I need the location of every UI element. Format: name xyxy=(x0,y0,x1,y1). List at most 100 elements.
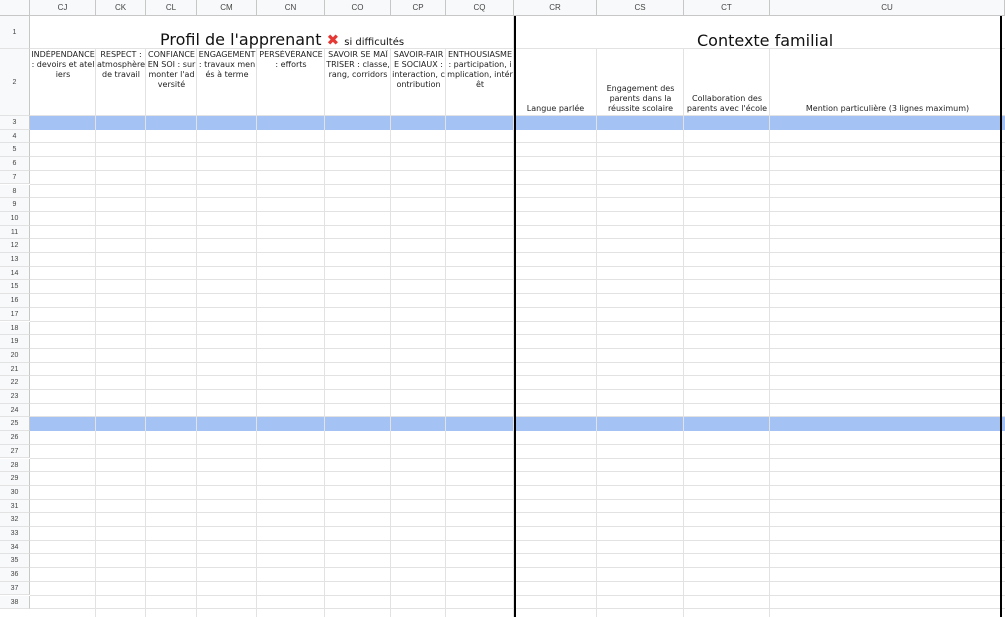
family-title-text: Contexte familial xyxy=(697,31,834,50)
column-gridline xyxy=(95,49,96,617)
row-header-37[interactable]: 37 xyxy=(0,581,30,596)
column-gridline xyxy=(390,49,391,617)
row-gridline xyxy=(30,457,1005,459)
row-gridline xyxy=(30,265,1005,267)
family-title: Contexte familial xyxy=(697,31,833,50)
profile-title-note: si difficultés xyxy=(344,37,405,48)
row-gridline xyxy=(30,512,1005,514)
row-header-12[interactable]: 12 xyxy=(0,239,30,253)
row-header-33[interactable]: 33 xyxy=(0,527,30,541)
row-gridline xyxy=(30,389,1005,390)
row-header-22[interactable]: 22 xyxy=(0,376,30,390)
row-header-26[interactable]: 26 xyxy=(0,431,30,445)
column-gridline xyxy=(683,49,684,617)
row-header-23[interactable]: 23 xyxy=(0,390,30,404)
row-gridline xyxy=(30,224,1005,226)
row-header-1[interactable]: 1 xyxy=(0,16,30,49)
row-header-10[interactable]: 10 xyxy=(0,211,30,226)
column-gridline xyxy=(596,49,597,617)
row-gridline xyxy=(30,293,1005,295)
row-header-6[interactable]: 6 xyxy=(0,157,30,171)
row-gridline xyxy=(30,169,1005,171)
row-gridline xyxy=(30,402,1005,404)
family-header-cell[interactable]: Langue parlée xyxy=(516,50,595,114)
select-all-corner[interactable] xyxy=(0,0,30,16)
column-header-cn[interactable]: CN xyxy=(257,0,325,16)
row-header-8[interactable]: 8 xyxy=(0,184,30,199)
column-gridline xyxy=(145,49,146,617)
row-gridline xyxy=(30,471,1005,473)
profile-header-cell[interactable]: SAVOIR-FAIRE SOCIAUX : interaction, cont… xyxy=(392,50,445,114)
column-header-ck[interactable]: CK xyxy=(96,0,146,16)
row-gridline xyxy=(30,484,1005,486)
column-header-cj[interactable]: CJ xyxy=(30,0,96,16)
column-header-cp[interactable]: CP xyxy=(391,0,446,16)
row-header-13[interactable]: 13 xyxy=(0,253,30,267)
row-gridline xyxy=(30,142,1005,144)
row-header-19[interactable]: 19 xyxy=(0,335,30,349)
column-header-cm[interactable]: CM xyxy=(197,0,257,16)
row-header-11[interactable]: 11 xyxy=(0,225,30,240)
row-gridline xyxy=(30,306,1005,308)
row-gridline xyxy=(30,252,1005,253)
row-header-30[interactable]: 30 xyxy=(0,485,30,500)
row-gridline xyxy=(30,183,1005,185)
row-header-36[interactable]: 36 xyxy=(0,568,30,582)
profile-header-cell[interactable]: RESPECT : atmosphère de travail xyxy=(97,50,145,114)
row-header-9[interactable]: 9 xyxy=(0,198,30,212)
row-header-31[interactable]: 31 xyxy=(0,499,30,514)
column-header-ct[interactable]: CT xyxy=(684,0,770,16)
column-header-co[interactable]: CO xyxy=(325,0,391,16)
row-header-5[interactable]: 5 xyxy=(0,143,30,158)
row-gridline xyxy=(30,580,1005,582)
row-header-28[interactable]: 28 xyxy=(0,458,30,473)
row-header-21[interactable]: 21 xyxy=(0,362,30,377)
row-gridline xyxy=(30,526,1005,527)
row-header-38[interactable]: 38 xyxy=(0,595,30,610)
row-header-18[interactable]: 18 xyxy=(0,321,30,336)
row-header-34[interactable]: 34 xyxy=(0,540,30,555)
row-header-7[interactable]: 7 xyxy=(0,170,30,185)
row-header-20[interactable]: 20 xyxy=(0,348,30,363)
profile-title: Profil de l'apprenant ✖ si difficultés xyxy=(160,30,404,49)
row-gridline xyxy=(30,539,1005,541)
row-header-15[interactable]: 15 xyxy=(0,280,30,295)
column-header-cs[interactable]: CS xyxy=(597,0,684,16)
row-header-16[interactable]: 16 xyxy=(0,294,30,308)
row-gridline xyxy=(30,279,1005,281)
family-header-cell[interactable]: Mention particulière (3 lignes maximum) xyxy=(772,50,1003,114)
family-header-cell[interactable]: Collaboration des parents avec l'école xyxy=(686,50,768,114)
row-gridline xyxy=(30,498,1005,500)
column-header-cr[interactable]: CR xyxy=(514,0,597,16)
row-header-3[interactable]: 3 xyxy=(0,116,30,130)
row-header-24[interactable]: 24 xyxy=(0,403,30,418)
profile-header-cell[interactable]: SAVOIR SE MAÎTRISER : classe, rang, corr… xyxy=(326,50,390,114)
highlighted-row-25[interactable] xyxy=(30,417,1005,432)
row-gridline xyxy=(30,567,1005,569)
profile-header-cell[interactable]: ENTHOUSIASME : participation, implicatio… xyxy=(447,50,513,114)
row-header-32[interactable]: 32 xyxy=(0,513,30,527)
row-header-27[interactable]: 27 xyxy=(0,444,30,459)
row-header-29[interactable]: 29 xyxy=(0,472,30,486)
profile-header-cell[interactable]: INDÉPENDANCE : devoirs et ateliers xyxy=(31,50,95,114)
profile-header-cell[interactable]: ENGAGEMENT : travaux menés à terme xyxy=(198,50,256,114)
column-gridline xyxy=(769,49,770,617)
family-header-cell[interactable]: Engagement des parents dans la réussite … xyxy=(599,50,682,114)
row-header-17[interactable]: 17 xyxy=(0,307,30,322)
row-gridline xyxy=(30,320,1005,322)
column-header-cl[interactable]: CL xyxy=(146,0,197,16)
column-gridline xyxy=(196,49,197,617)
profile-header-cell[interactable]: CONFIANCE EN SOI : surmonter l'adversité xyxy=(147,50,196,114)
profile-header-cell[interactable]: PERSÉVÉRANCE : efforts xyxy=(258,50,324,114)
row-header-2[interactable]: 2 xyxy=(0,49,30,116)
highlighted-row-3[interactable] xyxy=(30,116,1005,130)
row-gridline xyxy=(30,608,1005,610)
column-header-cu[interactable]: CU xyxy=(770,0,1005,16)
profile-title-text: Profil de l'apprenant xyxy=(160,30,322,49)
row-header-25[interactable]: 25 xyxy=(0,417,30,432)
column-header-cq[interactable]: CQ xyxy=(446,0,514,16)
row-header-35[interactable]: 35 xyxy=(0,554,30,569)
row-header-14[interactable]: 14 xyxy=(0,266,30,281)
row-header-4[interactable]: 4 xyxy=(0,129,30,144)
spreadsheet-grid[interactable]: CJ CK CL CM CN CO CP CQ CR CS CT CU 1 2 3 4 5 6 7 8 9 10 11 12… xyxy=(0,0,1005,617)
